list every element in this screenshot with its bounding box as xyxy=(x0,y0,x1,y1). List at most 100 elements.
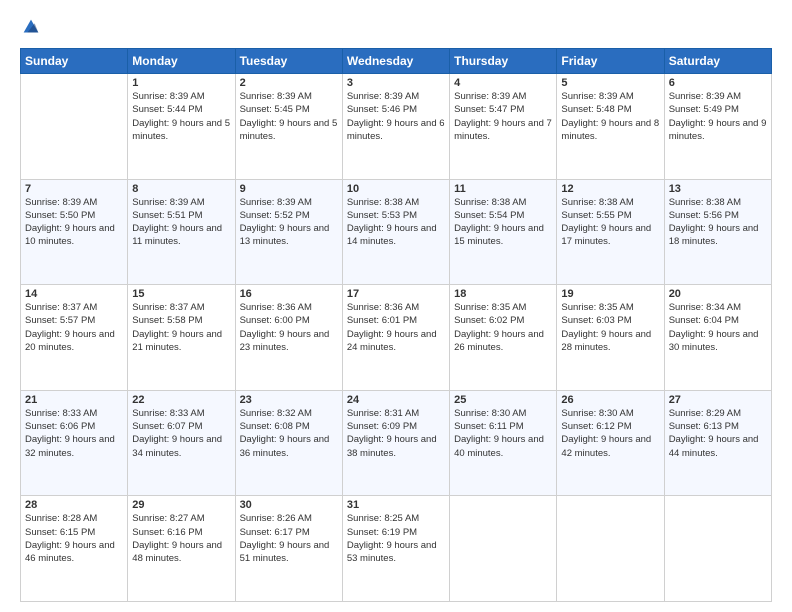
calendar-cell: 4Sunrise: 8:39 AMSunset: 5:47 PMDaylight… xyxy=(450,74,557,180)
day-number: 16 xyxy=(240,288,338,300)
day-info: Sunrise: 8:30 AMSunset: 6:12 PMDaylight:… xyxy=(561,407,659,460)
day-info: Sunrise: 8:25 AMSunset: 6:19 PMDaylight:… xyxy=(347,512,445,565)
day-number: 1 xyxy=(132,77,230,89)
calendar-cell: 23Sunrise: 8:32 AMSunset: 6:08 PMDayligh… xyxy=(235,390,342,496)
calendar-cell: 15Sunrise: 8:37 AMSunset: 5:58 PMDayligh… xyxy=(128,285,235,391)
day-number: 3 xyxy=(347,77,445,89)
calendar-cell: 20Sunrise: 8:34 AMSunset: 6:04 PMDayligh… xyxy=(664,285,771,391)
day-info: Sunrise: 8:34 AMSunset: 6:04 PMDaylight:… xyxy=(669,301,767,354)
day-number: 19 xyxy=(561,288,659,300)
day-info: Sunrise: 8:35 AMSunset: 6:03 PMDaylight:… xyxy=(561,301,659,354)
calendar-cell: 26Sunrise: 8:30 AMSunset: 6:12 PMDayligh… xyxy=(557,390,664,496)
day-info: Sunrise: 8:39 AMSunset: 5:52 PMDaylight:… xyxy=(240,196,338,249)
calendar-cell: 9Sunrise: 8:39 AMSunset: 5:52 PMDaylight… xyxy=(235,179,342,285)
day-number: 21 xyxy=(25,394,123,406)
calendar-cell: 19Sunrise: 8:35 AMSunset: 6:03 PMDayligh… xyxy=(557,285,664,391)
day-info: Sunrise: 8:39 AMSunset: 5:47 PMDaylight:… xyxy=(454,90,552,143)
calendar-cell: 1Sunrise: 8:39 AMSunset: 5:44 PMDaylight… xyxy=(128,74,235,180)
day-info: Sunrise: 8:33 AMSunset: 6:07 PMDaylight:… xyxy=(132,407,230,460)
calendar-cell: 21Sunrise: 8:33 AMSunset: 6:06 PMDayligh… xyxy=(21,390,128,496)
day-info: Sunrise: 8:27 AMSunset: 6:16 PMDaylight:… xyxy=(132,512,230,565)
calendar-cell: 11Sunrise: 8:38 AMSunset: 5:54 PMDayligh… xyxy=(450,179,557,285)
weekday-saturday: Saturday xyxy=(664,49,771,74)
day-number: 28 xyxy=(25,499,123,511)
day-number: 29 xyxy=(132,499,230,511)
calendar-cell: 25Sunrise: 8:30 AMSunset: 6:11 PMDayligh… xyxy=(450,390,557,496)
day-number: 17 xyxy=(347,288,445,300)
day-info: Sunrise: 8:38 AMSunset: 5:53 PMDaylight:… xyxy=(347,196,445,249)
day-info: Sunrise: 8:39 AMSunset: 5:49 PMDaylight:… xyxy=(669,90,767,143)
day-info: Sunrise: 8:39 AMSunset: 5:51 PMDaylight:… xyxy=(132,196,230,249)
calendar-cell: 29Sunrise: 8:27 AMSunset: 6:16 PMDayligh… xyxy=(128,496,235,602)
day-number: 7 xyxy=(25,183,123,195)
day-info: Sunrise: 8:35 AMSunset: 6:02 PMDaylight:… xyxy=(454,301,552,354)
header xyxy=(20,16,772,40)
calendar-cell xyxy=(664,496,771,602)
day-number: 18 xyxy=(454,288,552,300)
day-info: Sunrise: 8:29 AMSunset: 6:13 PMDaylight:… xyxy=(669,407,767,460)
calendar-cell xyxy=(450,496,557,602)
day-number: 30 xyxy=(240,499,338,511)
day-number: 13 xyxy=(669,183,767,195)
day-info: Sunrise: 8:39 AMSunset: 5:48 PMDaylight:… xyxy=(561,90,659,143)
calendar-cell: 3Sunrise: 8:39 AMSunset: 5:46 PMDaylight… xyxy=(342,74,449,180)
day-info: Sunrise: 8:33 AMSunset: 6:06 PMDaylight:… xyxy=(25,407,123,460)
calendar-cell: 31Sunrise: 8:25 AMSunset: 6:19 PMDayligh… xyxy=(342,496,449,602)
calendar-cell: 12Sunrise: 8:38 AMSunset: 5:55 PMDayligh… xyxy=(557,179,664,285)
calendar-cell: 5Sunrise: 8:39 AMSunset: 5:48 PMDaylight… xyxy=(557,74,664,180)
weekday-tuesday: Tuesday xyxy=(235,49,342,74)
day-number: 23 xyxy=(240,394,338,406)
weekday-monday: Monday xyxy=(128,49,235,74)
day-number: 24 xyxy=(347,394,445,406)
day-number: 27 xyxy=(669,394,767,406)
calendar-cell: 24Sunrise: 8:31 AMSunset: 6:09 PMDayligh… xyxy=(342,390,449,496)
day-number: 31 xyxy=(347,499,445,511)
calendar-cell: 8Sunrise: 8:39 AMSunset: 5:51 PMDaylight… xyxy=(128,179,235,285)
calendar-cell: 30Sunrise: 8:26 AMSunset: 6:17 PMDayligh… xyxy=(235,496,342,602)
day-number: 15 xyxy=(132,288,230,300)
day-info: Sunrise: 8:32 AMSunset: 6:08 PMDaylight:… xyxy=(240,407,338,460)
logo xyxy=(20,16,42,40)
day-number: 9 xyxy=(240,183,338,195)
day-info: Sunrise: 8:37 AMSunset: 5:57 PMDaylight:… xyxy=(25,301,123,354)
day-number: 26 xyxy=(561,394,659,406)
calendar-cell: 2Sunrise: 8:39 AMSunset: 5:45 PMDaylight… xyxy=(235,74,342,180)
day-number: 6 xyxy=(669,77,767,89)
day-info: Sunrise: 8:39 AMSunset: 5:46 PMDaylight:… xyxy=(347,90,445,143)
week-row-3: 21Sunrise: 8:33 AMSunset: 6:06 PMDayligh… xyxy=(21,390,772,496)
day-info: Sunrise: 8:38 AMSunset: 5:55 PMDaylight:… xyxy=(561,196,659,249)
day-number: 5 xyxy=(561,77,659,89)
day-info: Sunrise: 8:39 AMSunset: 5:45 PMDaylight:… xyxy=(240,90,338,143)
calendar-cell xyxy=(21,74,128,180)
day-number: 4 xyxy=(454,77,552,89)
day-info: Sunrise: 8:38 AMSunset: 5:56 PMDaylight:… xyxy=(669,196,767,249)
day-number: 12 xyxy=(561,183,659,195)
day-number: 14 xyxy=(25,288,123,300)
day-info: Sunrise: 8:39 AMSunset: 5:44 PMDaylight:… xyxy=(132,90,230,143)
weekday-sunday: Sunday xyxy=(21,49,128,74)
week-row-2: 14Sunrise: 8:37 AMSunset: 5:57 PMDayligh… xyxy=(21,285,772,391)
calendar-cell: 7Sunrise: 8:39 AMSunset: 5:50 PMDaylight… xyxy=(21,179,128,285)
weekday-wednesday: Wednesday xyxy=(342,49,449,74)
calendar-cell: 18Sunrise: 8:35 AMSunset: 6:02 PMDayligh… xyxy=(450,285,557,391)
day-info: Sunrise: 8:38 AMSunset: 5:54 PMDaylight:… xyxy=(454,196,552,249)
day-number: 8 xyxy=(132,183,230,195)
calendar-cell: 22Sunrise: 8:33 AMSunset: 6:07 PMDayligh… xyxy=(128,390,235,496)
day-number: 2 xyxy=(240,77,338,89)
day-info: Sunrise: 8:36 AMSunset: 6:01 PMDaylight:… xyxy=(347,301,445,354)
calendar-cell: 17Sunrise: 8:36 AMSunset: 6:01 PMDayligh… xyxy=(342,285,449,391)
day-number: 20 xyxy=(669,288,767,300)
weekday-friday: Friday xyxy=(557,49,664,74)
day-info: Sunrise: 8:28 AMSunset: 6:15 PMDaylight:… xyxy=(25,512,123,565)
day-info: Sunrise: 8:36 AMSunset: 6:00 PMDaylight:… xyxy=(240,301,338,354)
calendar-cell: 28Sunrise: 8:28 AMSunset: 6:15 PMDayligh… xyxy=(21,496,128,602)
logo-icon xyxy=(20,16,42,38)
calendar-cell: 14Sunrise: 8:37 AMSunset: 5:57 PMDayligh… xyxy=(21,285,128,391)
calendar-cell: 10Sunrise: 8:38 AMSunset: 5:53 PMDayligh… xyxy=(342,179,449,285)
calendar: SundayMondayTuesdayWednesdayThursdayFrid… xyxy=(20,48,772,602)
day-info: Sunrise: 8:31 AMSunset: 6:09 PMDaylight:… xyxy=(347,407,445,460)
weekday-thursday: Thursday xyxy=(450,49,557,74)
day-info: Sunrise: 8:30 AMSunset: 6:11 PMDaylight:… xyxy=(454,407,552,460)
week-row-4: 28Sunrise: 8:28 AMSunset: 6:15 PMDayligh… xyxy=(21,496,772,602)
calendar-cell xyxy=(557,496,664,602)
